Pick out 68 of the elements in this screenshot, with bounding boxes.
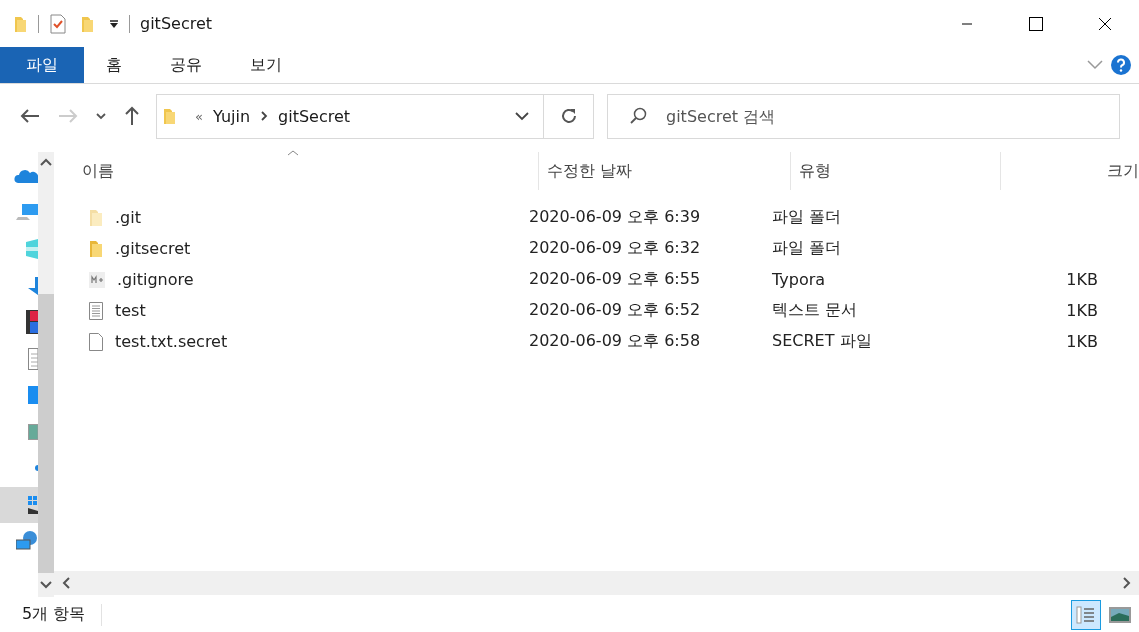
column-header[interactable]: 수정한 날짜 (539, 152, 791, 190)
file-name[interactable]: .git (115, 208, 141, 227)
chevron-right-icon[interactable] (260, 111, 269, 121)
scrollbar-thumb[interactable] (38, 293, 54, 573)
chevron-left-icon[interactable] (62, 577, 70, 589)
ribbon-tab[interactable]: 공유 (146, 47, 226, 83)
help-icon[interactable] (1111, 55, 1131, 75)
refresh-icon[interactable] (559, 107, 578, 125)
file-size: 1KB (1066, 301, 1098, 320)
modified-date: 2020-06-09 오후 6:55 (529, 269, 702, 290)
back-arrow-icon[interactable] (20, 108, 40, 124)
vertical-scrollbar[interactable] (38, 152, 54, 597)
column-header[interactable]: 이름 (59, 152, 539, 190)
search-field[interactable]: gitSecret 검색 (607, 93, 1120, 139)
file-name[interactable]: .gitignore (117, 270, 194, 289)
cube-icon (26, 239, 39, 260)
file-size: 1KB (1066, 270, 1098, 289)
file-name[interactable]: test.txt.secret (115, 332, 228, 351)
window-title: gitSecret (140, 14, 212, 33)
modified-date: 2020-06-09 오후 6:39 (529, 207, 702, 228)
chevron-down-icon[interactable] (515, 111, 529, 121)
column-header[interactable]: 크기 (1001, 152, 1139, 190)
details-list-icon (1076, 604, 1096, 625)
file-name[interactable]: test (115, 301, 146, 320)
download-arrow-icon (28, 276, 39, 295)
details-view-button[interactable] (1071, 599, 1101, 630)
modified-date: 2020-06-09 오후 6:32 (529, 238, 702, 259)
cloud-icon (32, 465, 39, 472)
ribbon-tab[interactable]: 보기 (226, 47, 306, 83)
computer-icon (14, 202, 39, 223)
file-type: Typora (772, 270, 827, 289)
drive-icon (28, 495, 39, 514)
up-arrow-icon[interactable] (124, 106, 140, 126)
search-icon (629, 106, 647, 125)
properties-icon[interactable] (49, 13, 67, 34)
document-icon (28, 347, 39, 370)
file-type: 텍스트 문서 (772, 300, 859, 321)
landscape-picture-icon (1109, 606, 1131, 623)
modified-date: 2020-06-09 오후 6:52 (529, 300, 702, 321)
modified-date: 2020-06-09 오후 6:58 (529, 331, 702, 352)
sort-caret-icon (287, 150, 299, 156)
column-header[interactable]: 유형 (791, 152, 1001, 190)
chevron-up-icon[interactable] (40, 158, 53, 166)
film-icon (26, 310, 39, 335)
chevron-right-icon[interactable] (1123, 577, 1131, 589)
chevron-down-icon[interactable] (96, 112, 106, 120)
maximize-icon (1028, 16, 1043, 31)
close-icon (1097, 16, 1112, 31)
file-type: 파일 폴더 (772, 238, 843, 259)
breadcrumb-item[interactable]: Yujin (212, 106, 251, 126)
item-count: 5개 항목 (22, 604, 86, 625)
file-type: SECRET 파일 (772, 331, 873, 352)
overflow-chevron[interactable]: « (195, 108, 203, 124)
cloud-icon (14, 168, 39, 185)
address-bar[interactable]: « Yujin gitSecret (156, 93, 594, 139)
ribbon-tab[interactable]: 파일 (0, 47, 84, 83)
dropdown-icon[interactable] (109, 18, 119, 29)
chevron-down-icon[interactable] (40, 581, 53, 589)
horizontal-scrollbar[interactable] (54, 571, 1139, 595)
file-size: 1KB (1066, 332, 1098, 351)
nav-item[interactable] (0, 486, 39, 523)
folder-icon (163, 107, 177, 125)
file-name[interactable]: .gitsecret (115, 239, 191, 258)
desktop-icon (28, 386, 39, 405)
file-type: 파일 폴더 (772, 207, 843, 228)
ribbon-tab[interactable]: 홈 (84, 47, 146, 83)
breadcrumb-item[interactable]: gitSecret (278, 106, 351, 126)
network-icon (16, 530, 39, 553)
